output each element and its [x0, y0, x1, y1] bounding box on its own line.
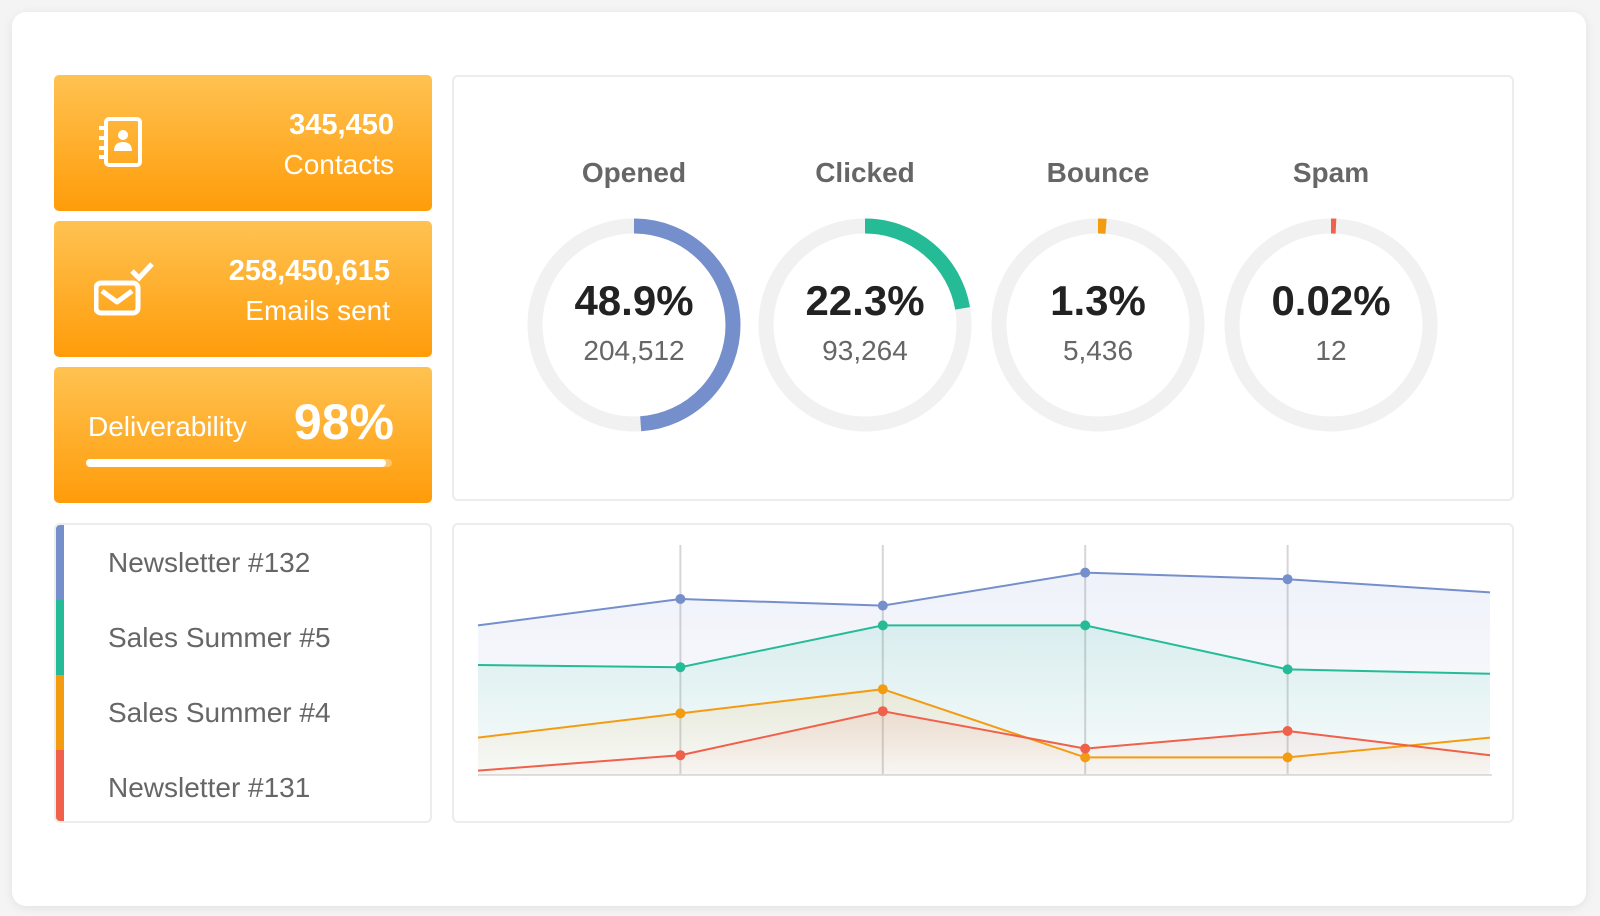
contacts-card[interactable]: 345,450 Contacts: [54, 75, 432, 211]
data-point: [1080, 620, 1091, 631]
ring-svg: [527, 218, 741, 432]
deliverability-progress-fill: [86, 459, 386, 467]
deliverability-label: Deliverability: [88, 411, 247, 442]
ring-percent: 48.9%: [574, 277, 694, 324]
ring-percent: 1.3%: [1050, 277, 1146, 324]
engagement-rings-panel: Opened 48.9% 204,512 Clicked 22.3% 93,26…: [452, 75, 1514, 501]
ring-title: Spam: [1292, 157, 1370, 188]
data-point: [877, 600, 888, 611]
data-point: [1282, 664, 1293, 675]
ring-bounce[interactable]: Bounce 1.3% 5,436: [988, 153, 1208, 435]
data-point: [877, 706, 888, 717]
ring-svg: [1224, 218, 1438, 432]
ring-clicked[interactable]: Clicked 22.3% 93,264: [755, 153, 975, 435]
ring-title: Bounce: [1046, 157, 1150, 188]
ring-track: [991, 218, 1205, 432]
data-point: [1282, 752, 1293, 763]
ring-count: 12: [1315, 335, 1347, 366]
data-point: [675, 662, 686, 673]
deliverability-value: 98%: [293, 394, 394, 450]
deliverability-progress-bar: [86, 459, 392, 467]
data-point: [877, 684, 888, 695]
contacts-label: Contacts: [283, 149, 395, 180]
ring-percent: 22.3%: [805, 277, 925, 324]
emails-sent-count: 258,450,615: [228, 255, 390, 287]
ring-chart: 1.3% 5,436: [988, 215, 1208, 435]
ring-svg: [991, 218, 1205, 432]
campaign-color-stripe: [56, 600, 64, 675]
deliverability-card[interactable]: Deliverability 98%: [54, 367, 432, 503]
data-point: [1282, 726, 1293, 736]
campaign-color-stripe: [56, 525, 64, 600]
data-point: [1080, 743, 1091, 754]
emails-sent-card[interactable]: 258,450,615 Emails sent: [54, 221, 432, 357]
campaign-color-stripe: [56, 675, 64, 750]
email-sent-check-icon: [93, 259, 154, 319]
data-point: [675, 708, 686, 719]
data-point: [675, 750, 686, 761]
ring-count: 204,512: [583, 335, 685, 366]
campaign-performance-chart: [452, 523, 1514, 823]
ring-svg: [758, 218, 972, 432]
campaign-name: Sales Summer #5: [108, 621, 331, 653]
ring-percent: 0.02%: [1271, 277, 1391, 324]
ring-track: [1224, 218, 1438, 432]
line-chart-svg: [477, 545, 1492, 776]
campaign-item[interactable]: Sales Summer #4: [56, 675, 430, 750]
ring-spam[interactable]: Spam 0.02% 12: [1221, 153, 1441, 435]
ring-count: 5,436: [1062, 335, 1134, 366]
campaign-item[interactable]: Newsletter #132: [56, 525, 430, 600]
campaign-item[interactable]: Sales Summer #5: [56, 600, 430, 675]
data-point: [1282, 574, 1293, 585]
ring-chart: 0.02% 12: [1221, 215, 1441, 435]
ring-chart: 48.9% 204,512: [524, 215, 744, 435]
campaign-name: Newsletter #131: [108, 771, 311, 803]
campaign-item[interactable]: Newsletter #131: [56, 750, 430, 821]
ring-chart: 22.3% 93,264: [755, 215, 975, 435]
ring-opened[interactable]: Opened 48.9% 204,512: [524, 153, 744, 435]
ring-title: Opened: [581, 157, 687, 188]
campaign-list: Newsletter #132 Sales Summer #5 Sales Su…: [54, 523, 432, 823]
campaign-name: Sales Summer #4: [108, 696, 331, 728]
data-point: [675, 594, 686, 604]
contacts-count: 345,450: [289, 109, 394, 141]
ring-count: 93,264: [822, 335, 908, 366]
contacts-book-icon: [94, 113, 154, 173]
campaign-name: Newsletter #132: [108, 546, 311, 578]
ring-title: Clicked: [815, 157, 915, 188]
emails-sent-label: Emails sent: [245, 295, 390, 326]
data-point: [877, 620, 888, 631]
data-point: [1080, 752, 1091, 763]
campaign-color-stripe: [56, 750, 64, 821]
data-point: [1080, 567, 1091, 578]
